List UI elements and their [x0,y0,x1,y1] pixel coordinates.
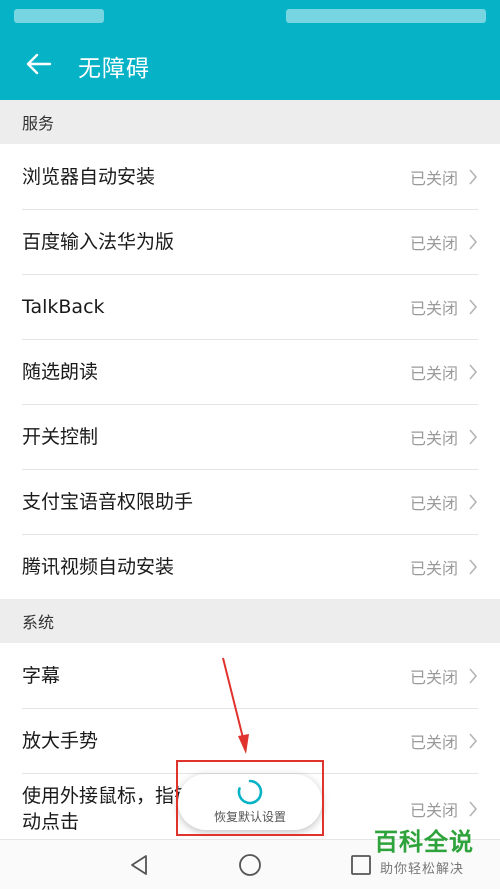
row-label: 开关控制 [22,425,99,448]
back-button[interactable] [0,32,76,100]
section-header-services: 服务 [0,100,500,144]
row-status: 已关闭 [409,667,458,687]
chevron-right-icon [468,428,478,445]
annotation-highlight-box [176,760,324,836]
status-bar-right-blur [286,9,486,23]
app-bar: 无障碍 [0,32,500,100]
chevron-right-icon [468,558,478,575]
triangle-back-icon[interactable] [128,853,150,881]
watermark: 百科全说 助你轻松解决 [374,828,494,877]
row-status: 已关闭 [409,168,458,188]
row-status: 已关闭 [409,493,458,513]
list-item[interactable]: 浏览器自动安装 已关闭 [0,144,500,209]
section-header-system: 系统 [0,599,500,643]
chevron-right-icon [468,363,478,380]
row-label: 字幕 [22,664,61,687]
list-item[interactable]: 开关控制 已关闭 [0,404,500,469]
chevron-right-icon [468,732,478,749]
row-status: 已关闭 [409,298,458,318]
row-status: 已关闭 [409,428,458,448]
row-label-line: 动点击 [22,811,80,833]
row-label: 随选朗读 [22,360,99,383]
list-item[interactable]: 字幕 已关闭 [0,643,500,708]
list-item[interactable]: 随选朗读 已关闭 [0,339,500,404]
services-list: 浏览器自动安装 已关闭 百度输入法华为版 已关闭 TalkBack 已关闭 随选… [0,144,500,599]
row-label: 浏览器自动安装 [22,165,156,188]
status-bar [0,0,500,32]
row-status: 已关闭 [409,801,458,820]
row-label: 支付宝语音权限助手 [22,490,194,513]
list-item[interactable]: 百度输入法华为版 已关闭 [0,209,500,274]
square-recents-icon[interactable] [350,853,372,881]
row-status: 已关闭 [409,732,458,752]
chevron-right-icon [468,493,478,510]
row-status: 已关闭 [409,363,458,383]
page-title: 无障碍 [78,56,150,82]
row-status: 已关闭 [409,558,458,578]
circle-home-icon[interactable] [238,853,262,881]
watermark-subtitle: 助你轻松解决 [380,862,465,877]
list-item[interactable]: TalkBack 已关闭 [0,274,500,339]
status-bar-left-blur [14,9,104,23]
row-label: TalkBack [22,295,105,318]
list-item[interactable]: 支付宝语音权限助手 已关闭 [0,469,500,534]
arrow-left-icon [24,50,52,82]
row-label: 放大手势 [22,729,99,752]
row-status: 已关闭 [409,233,458,253]
watermark-title: 百科全说 [374,828,474,856]
row-label: 百度输入法华为版 [22,230,175,253]
list-item[interactable]: 腾讯视频自动安装 已关闭 [0,534,500,599]
chevron-right-icon [468,801,478,817]
chevron-right-icon [468,233,478,250]
chevron-right-icon [468,168,478,185]
row-label: 腾讯视频自动安装 [22,555,175,578]
chevron-right-icon [468,298,478,315]
chevron-right-icon [468,667,478,684]
